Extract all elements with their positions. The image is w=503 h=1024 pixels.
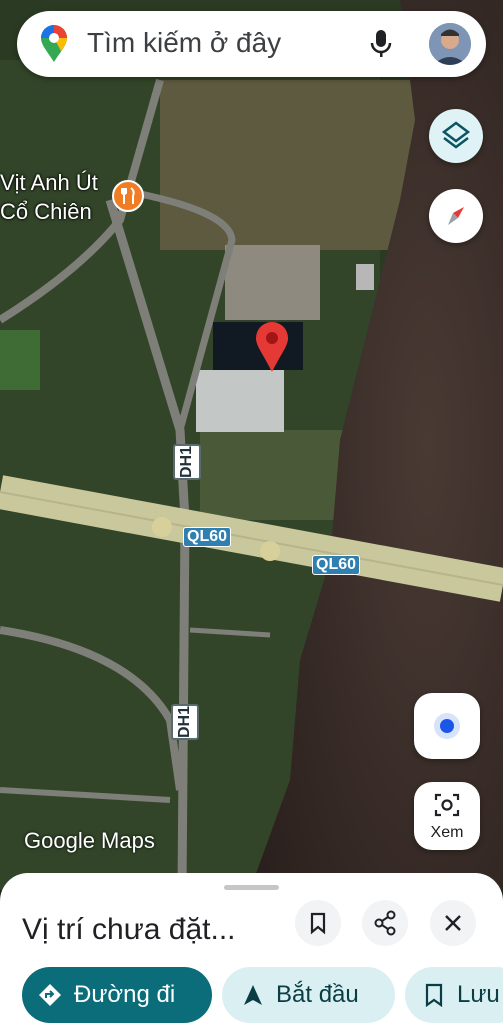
place-title: Vị trí chưa đặt... [22, 913, 236, 946]
save-button[interactable]: Lưu [405, 967, 503, 1023]
my-location-icon [434, 713, 460, 739]
poi-label[interactable]: Vịt Anh Út Cổ Chiên [0, 168, 144, 226]
my-location-button[interactable] [414, 693, 480, 759]
save-label: Lưu [457, 981, 500, 1008]
google-maps-pin-icon [39, 25, 69, 68]
lens-label: Xem [430, 824, 464, 841]
bottom-sheet[interactable]: Vị trí chưa đặt... Đường đi Bắt đầu Lưu [0, 873, 503, 1024]
road-label-ql60-left: QL60 [183, 527, 232, 547]
google-maps-watermark: Google Maps [24, 828, 155, 853]
bookmark-outline-icon [425, 983, 443, 1007]
layers-icon [441, 121, 471, 149]
lens-button[interactable]: Xem [414, 782, 480, 850]
poi-line1: Vịt Anh Út [0, 170, 98, 195]
road-label-dh1-upper: DH1 [173, 444, 201, 481]
sheet-drag-handle[interactable] [224, 885, 279, 890]
navigation-arrow-icon [244, 985, 262, 1005]
start-label: Bắt đầu [276, 981, 359, 1008]
close-icon [445, 915, 461, 931]
mic-icon[interactable] [369, 29, 393, 64]
search-bar[interactable]: Tìm kiếm ở đây [17, 11, 486, 77]
layers-button[interactable] [429, 109, 483, 163]
share-icon [374, 910, 396, 936]
bookmark-icon [310, 912, 326, 935]
lens-icon [434, 793, 460, 817]
poi-line2: Cổ Chiên [0, 199, 92, 224]
search-input[interactable]: Tìm kiếm ở đây [87, 27, 281, 59]
directions-icon [39, 984, 61, 1006]
start-button[interactable]: Bắt đầu [222, 967, 395, 1023]
compass-button[interactable] [429, 189, 483, 243]
restaurant-icon[interactable] [112, 180, 144, 212]
directions-button[interactable]: Đường đi [22, 967, 212, 1023]
compass-icon [448, 207, 464, 225]
save-icon-button[interactable] [295, 900, 341, 946]
share-button[interactable] [362, 900, 408, 946]
close-button[interactable] [430, 900, 476, 946]
road-label-ql60-right: QL60 [312, 555, 361, 575]
avatar[interactable] [429, 23, 471, 65]
road-label-dh1-lower: DH1 [171, 704, 199, 741]
directions-label: Đường đi [74, 981, 176, 1008]
